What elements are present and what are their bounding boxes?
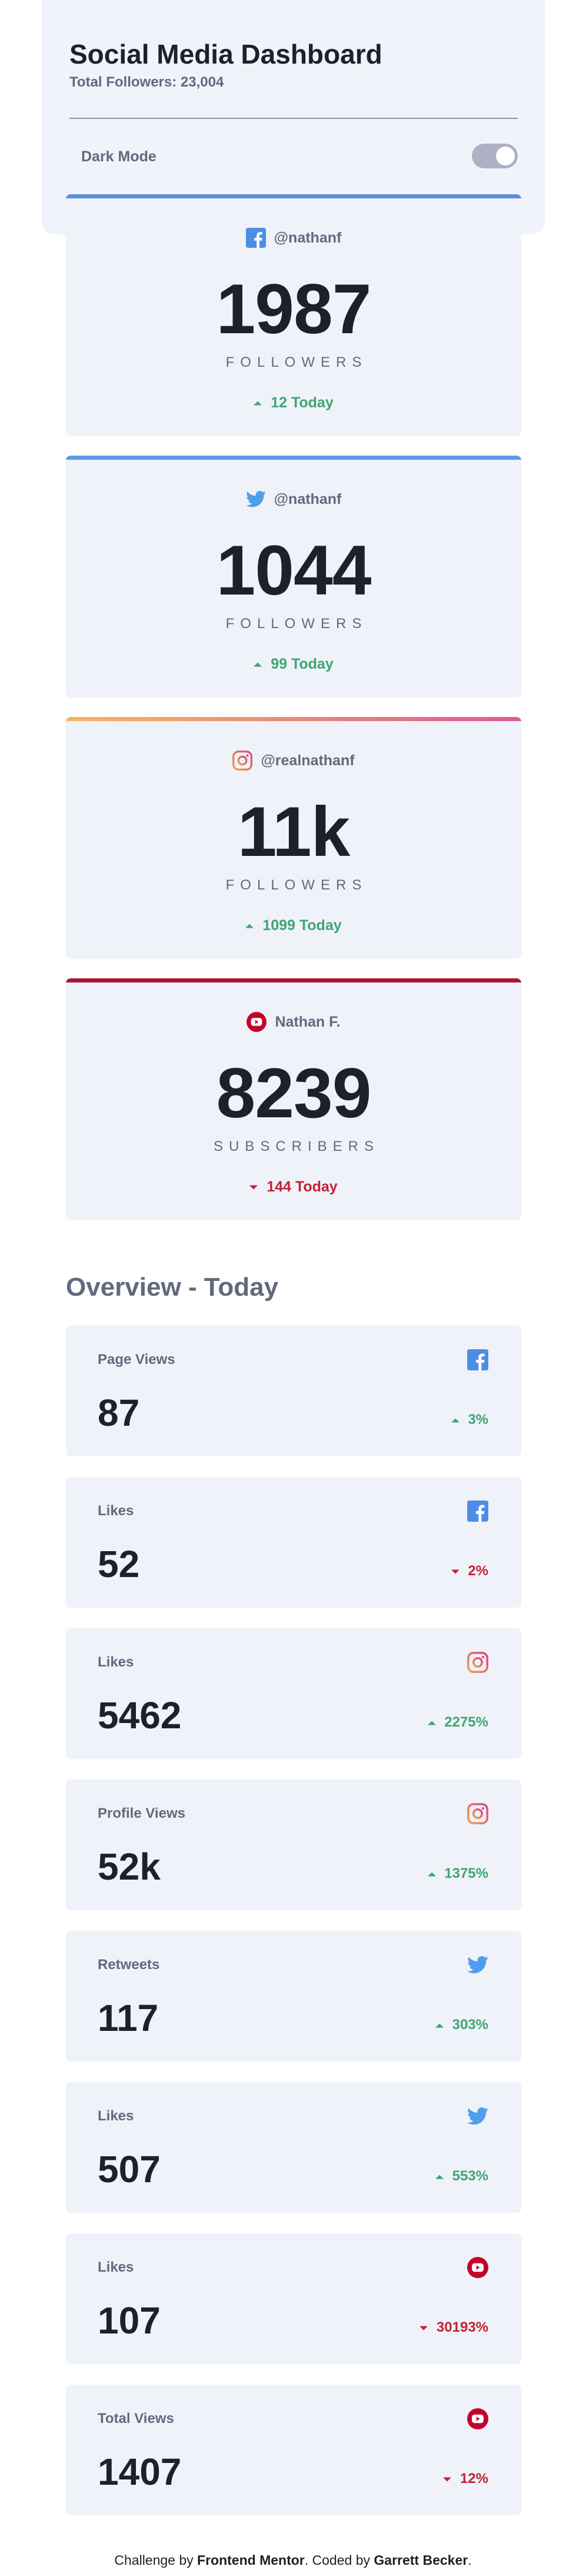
card-handle-row: Nathan F. (66, 1010, 521, 1034)
facebook-icon (467, 1349, 488, 1370)
follower-card-twitter[interactable]: @nathanf 1044 FOLLOWERS 99 Today (66, 456, 521, 697)
follower-unit: FOLLOWERS (225, 616, 368, 632)
card-change: 12 Today (66, 394, 521, 411)
divider (69, 118, 518, 119)
overview-card[interactable]: Page Views 87 3% (66, 1326, 521, 1456)
facebook-icon (467, 1501, 488, 1522)
card-handle: Nathan F. (275, 1013, 341, 1030)
instagram-icon (232, 751, 253, 771)
card-top-bar (66, 978, 521, 982)
follower-count: 8239 (216, 1054, 372, 1133)
facebook-icon (245, 228, 266, 248)
overview-change: 2275% (427, 1714, 488, 1731)
youtube-icon (247, 1012, 267, 1032)
overview-value: 1407 (98, 2451, 182, 2493)
follower-count: 11k (237, 792, 351, 871)
youtube-icon (467, 2257, 488, 2278)
overview-change: 30193% (419, 2319, 488, 2336)
overview-label: Likes (98, 2259, 134, 2275)
follower-unit: FOLLOWERS (225, 877, 368, 893)
overview-title: Overview - Today (66, 1273, 279, 1302)
card-handle: @realnathanf (261, 752, 355, 769)
arrow-up-icon (245, 924, 254, 928)
card-change: 1099 Today (66, 917, 521, 934)
overview-change: 1375% (427, 1865, 488, 1882)
toggle-knob[interactable] (496, 147, 515, 165)
arrow-up-icon (254, 662, 262, 667)
overview-card[interactable]: Total Views 1407 12% (66, 2385, 521, 2515)
card-handle-row: @nathanf (66, 226, 521, 250)
follower-unit: FOLLOWERS (225, 354, 368, 370)
total-followers: Total Followers: 23,004 (69, 74, 224, 90)
overview-card[interactable]: Retweets 117 303% (66, 1931, 521, 2062)
overview-change: 3% (451, 1412, 488, 1428)
card-change: 144 Today (66, 1179, 521, 1196)
overview-label: Likes (98, 1654, 134, 1670)
overview-value: 5462 (98, 1694, 182, 1737)
arrow-up-icon (435, 2175, 444, 2179)
follower-unit: SUBSCRIBERS (213, 1138, 380, 1154)
instagram-icon (467, 1803, 488, 1824)
youtube-icon (467, 2408, 488, 2429)
arrow-up-icon (427, 1721, 436, 1725)
overview-card[interactable]: Profile Views 52k 1375% (66, 1780, 521, 1910)
dark-mode-row: Dark Mode (81, 142, 518, 172)
footer-link-author[interactable]: Garrett Becker (374, 2552, 468, 2568)
overview-value: 107 (98, 2299, 161, 2342)
overview-value: 52 (98, 1543, 140, 1585)
overview-change: 12% (443, 2471, 488, 2487)
follower-card-facebook[interactable]: @nathanf 1987 FOLLOWERS 12 Today (66, 194, 521, 436)
instagram-icon (467, 1652, 488, 1673)
arrow-up-icon (254, 401, 262, 406)
overview-value: 117 (98, 1997, 159, 2039)
dark-mode-toggle[interactable] (472, 144, 518, 168)
arrow-up-icon (427, 1872, 436, 1877)
overview-value: 507 (98, 2148, 161, 2190)
overview-value: 52k (98, 1845, 161, 1888)
overview-label: Total Views (98, 2411, 174, 2426)
overview-label: Page Views (98, 1352, 175, 1367)
arrow-down-icon (451, 1569, 460, 1574)
overview-card[interactable]: Likes 52 2% (66, 1477, 521, 1608)
page-title: Social Media Dashboard (69, 39, 382, 69)
arrow-up-icon (451, 1418, 460, 1423)
twitter-icon (467, 2107, 488, 2125)
dark-mode-label: Dark Mode (81, 148, 157, 165)
overview-card[interactable]: Likes 5462 2275% (66, 1628, 521, 1759)
overview-change: 553% (435, 2168, 488, 2185)
overview-label: Retweets (98, 1957, 160, 1973)
follower-card-youtube[interactable]: Nathan F. 8239 SUBSCRIBERS 144 Today (66, 978, 521, 1220)
arrow-down-icon (443, 2477, 452, 2482)
overview-card[interactable]: Likes 107 30193% (66, 2233, 521, 2364)
overview-card[interactable]: Likes 507 553% (66, 2082, 521, 2213)
card-handle-row: @realnathanf (66, 749, 521, 772)
footer-link-frontend-mentor[interactable]: Frontend Mentor (197, 2552, 305, 2568)
card-top-bar (66, 194, 521, 198)
arrow-down-icon (249, 1185, 258, 1190)
follower-count: 1044 (216, 531, 372, 610)
overview-label: Likes (98, 1503, 134, 1519)
card-handle-row: @nathanf (66, 487, 521, 511)
card-handle: @nathanf (274, 229, 342, 246)
overview-value: 87 (98, 1392, 140, 1434)
overview-change: 303% (435, 2017, 488, 2033)
arrow-up-icon (435, 2023, 444, 2028)
footer: Challenge by Frontend Mentor. Coded by G… (114, 2552, 472, 2568)
card-top-bar (66, 717, 521, 721)
header: Social Media Dashboard Total Followers: … (69, 38, 518, 91)
card-handle: @nathanf (274, 490, 342, 507)
card-change: 99 Today (66, 656, 521, 673)
follower-card-instagram[interactable]: @realnathanf 11k FOLLOWERS 1099 Today (66, 717, 521, 958)
follower-count: 1987 (216, 270, 372, 348)
twitter-icon (245, 490, 266, 507)
card-top-bar (66, 456, 521, 460)
arrow-down-icon (419, 2326, 428, 2331)
twitter-icon (467, 1956, 488, 1974)
overview-change: 2% (451, 1563, 488, 1579)
overview-label: Likes (98, 2108, 134, 2124)
overview-label: Profile Views (98, 1805, 185, 1821)
